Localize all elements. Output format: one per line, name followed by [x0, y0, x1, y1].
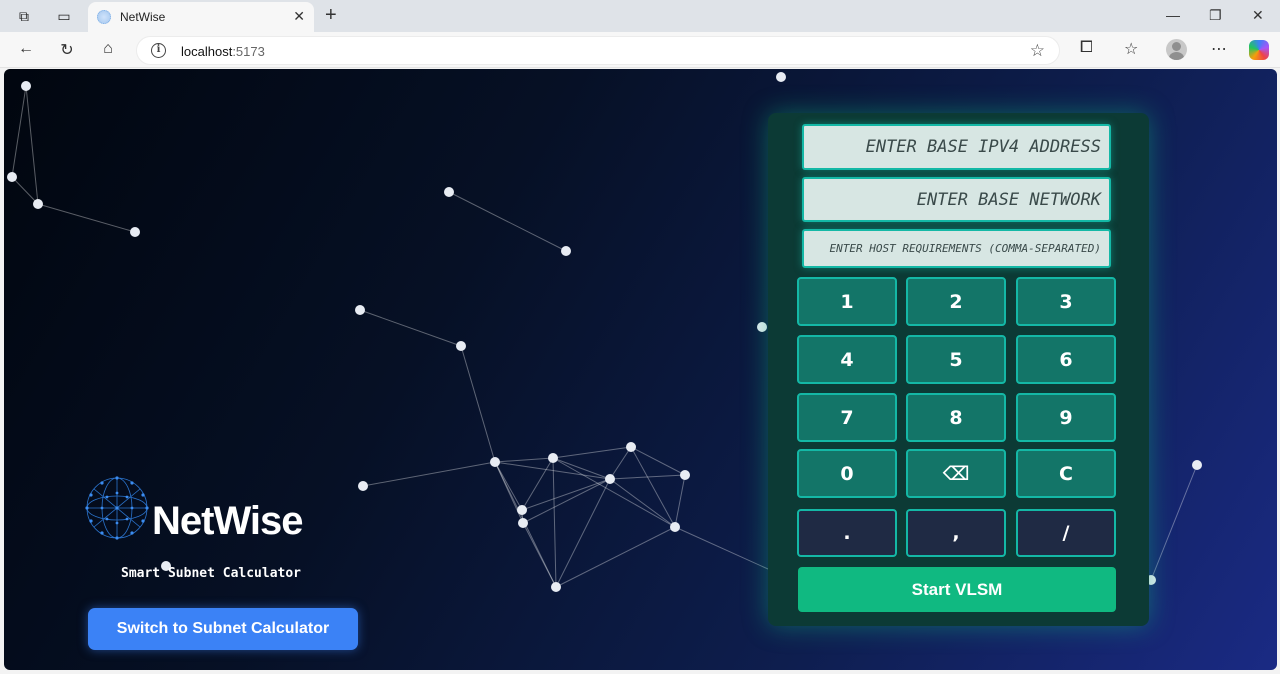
start-vlsm-button[interactable]: Start VLSM [798, 567, 1116, 612]
extensions-icon[interactable]: ⧠ [1080, 39, 1093, 57]
switch-to-subnet-calculator-button[interactable]: Switch to Subnet Calculator [88, 608, 358, 650]
key-7-button[interactable]: 7 [797, 393, 897, 442]
tab-actions-icon[interactable]: ▭ [55, 7, 73, 25]
key-8-button[interactable]: 8 [906, 393, 1006, 442]
key-1-button[interactable]: 1 [797, 277, 897, 326]
host-requirements-input[interactable]: Enter host requirements (comma-separated… [802, 229, 1111, 268]
key-0-button[interactable]: 0 [797, 449, 897, 498]
app-page: NetWise Smart Subnet Calculator Switch t… [4, 69, 1277, 670]
browser-tab-bar: ⧉ ▭ NetWise ✕ + — ❐ ✕ [0, 0, 1280, 32]
copilot-icon[interactable] [1249, 40, 1269, 60]
restore-icon[interactable]: ❐ [1209, 7, 1222, 24]
key-5-button[interactable]: 5 [906, 335, 1006, 384]
browser-toolbar: ← ↻ ⌂ i localhost:5173 ☆ ⧠ ☆ ⋯ [0, 32, 1280, 68]
key-4-button[interactable]: 4 [797, 335, 897, 384]
back-icon[interactable]: ← [16, 40, 36, 58]
key-dot-button[interactable]: . [797, 509, 897, 557]
address-bar[interactable]: i localhost:5173 ☆ [136, 36, 1060, 65]
minimize-icon[interactable]: — [1166, 7, 1180, 23]
backspace-button[interactable]: ⌫ [906, 449, 1006, 498]
home-icon[interactable]: ⌂ [98, 40, 118, 58]
close-icon[interactable]: ✕ [293, 8, 305, 25]
workspaces-icon[interactable]: ⧉ [15, 7, 33, 25]
key-comma-button[interactable]: , [906, 509, 1006, 557]
globe-icon [85, 476, 149, 540]
browser-tab[interactable]: NetWise ✕ [88, 2, 314, 32]
vlsm-calculator-panel: Enter Base IPv4 Address Enter Base Netwo… [768, 113, 1149, 626]
key-6-button[interactable]: 6 [1016, 335, 1116, 384]
globe-favicon-icon [97, 10, 111, 24]
key-2-button[interactable]: 2 [906, 277, 1006, 326]
favorites-icon[interactable]: ☆ [1124, 39, 1138, 59]
profile-icon[interactable] [1166, 39, 1187, 60]
favorite-star-icon[interactable]: ☆ [1030, 41, 1045, 61]
key-slash-button[interactable]: / [1016, 509, 1116, 557]
clear-button[interactable]: C [1016, 449, 1116, 498]
more-icon[interactable]: ⋯ [1211, 39, 1227, 59]
tab-title: NetWise [120, 10, 166, 24]
key-9-button[interactable]: 9 [1016, 393, 1116, 442]
brand-logo: NetWise [82, 473, 342, 543]
key-3-button[interactable]: 3 [1016, 277, 1116, 326]
tagline: Smart Subnet Calculator [121, 566, 302, 581]
new-tab-icon[interactable]: + [325, 5, 337, 25]
base-ipv4-input[interactable]: Enter Base IPv4 Address [802, 124, 1111, 170]
base-network-input[interactable]: Enter Base Network [802, 177, 1111, 222]
url-text: localhost:5173 [181, 44, 265, 59]
brand-name: NetWise [152, 499, 303, 543]
refresh-icon[interactable]: ↻ [57, 40, 77, 60]
window-close-icon[interactable]: ✕ [1252, 7, 1264, 24]
info-icon[interactable]: i [151, 43, 166, 58]
